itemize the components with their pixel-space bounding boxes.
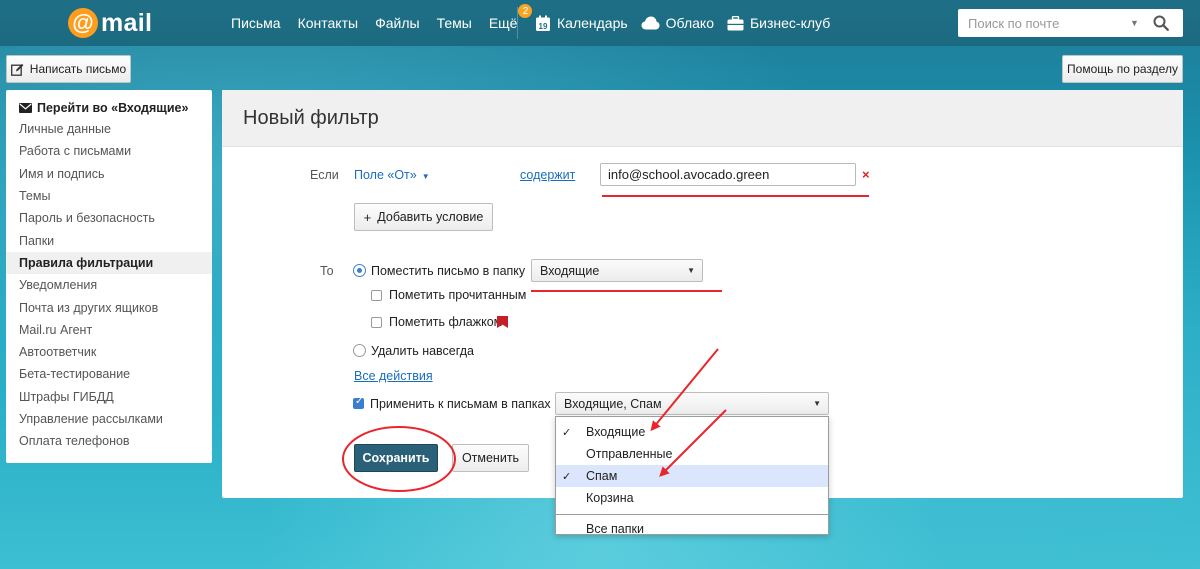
folder-option-sent[interactable]: Отправленные	[556, 443, 828, 465]
nav-more[interactable]: Ещё 2	[488, 4, 533, 31]
nav-more-label: Ещё	[488, 15, 518, 31]
panel-header: Новый фильтр	[222, 90, 1183, 147]
sidebar-item-agent[interactable]: Mail.ru Агент	[6, 319, 212, 341]
search-input[interactable]	[958, 10, 1128, 36]
folders-multiselect[interactable]: Входящие, Спам ▼	[555, 392, 829, 415]
sidebar-item-themes[interactable]: Темы	[6, 185, 212, 207]
folder-option-spam[interactable]: ✓ Спам	[556, 465, 828, 487]
chevron-down-icon: ▼	[687, 266, 695, 275]
mark-flag-label: Пометить флажком	[389, 315, 503, 329]
apply-to-folders-label: Применить к письмам в папках	[370, 397, 551, 411]
envelope-icon	[19, 103, 32, 113]
folder-option-label: Корзина	[586, 491, 634, 505]
sidebar-item-subscriptions[interactable]: Управление рассылками	[6, 408, 212, 430]
then-label: То	[320, 264, 334, 278]
sidebar-item-folders[interactable]: Папки	[6, 229, 212, 251]
if-label: Если	[310, 168, 339, 182]
plus-icon: +	[363, 209, 372, 225]
nav-calendar[interactable]: 19 Календарь	[535, 15, 628, 32]
move-to-folder-radio[interactable]	[353, 264, 366, 277]
checkmark-icon: ✓	[562, 470, 572, 483]
mail-logo[interactable]: @ mail	[68, 7, 152, 39]
nav-cloud[interactable]: Облако	[641, 15, 714, 31]
folder-option-label: Входящие	[586, 425, 646, 439]
nav-themes[interactable]: Темы	[437, 15, 472, 31]
sidebar-item-autoresponder[interactable]: Автоответчик	[6, 341, 212, 363]
folder-option-trash[interactable]: Корзина	[556, 487, 828, 509]
chevron-down-icon: ▼	[421, 172, 430, 181]
nav-files[interactable]: Файлы	[375, 15, 419, 31]
folder-option-label: Отправленные	[586, 447, 673, 461]
sidebar-item-beta[interactable]: Бета-тестирование	[6, 363, 212, 385]
chevron-down-icon: ▼	[813, 399, 821, 408]
calendar-icon-day: 19	[539, 21, 548, 30]
compose-label: Написать письмо	[29, 62, 127, 76]
folder-option-all[interactable]: Все папки	[556, 518, 828, 540]
search-options-caret-icon[interactable]: ▼	[1130, 18, 1140, 28]
main-nav: Письма Контакты Файлы Темы Ещё 2	[231, 0, 534, 46]
nav-contacts[interactable]: Контакты	[298, 15, 358, 31]
nav-business-club-label: Бизнес-клуб	[749, 15, 831, 31]
go-to-inbox-label: Перейти во «Входящие»	[37, 101, 189, 115]
checkmark-icon: ✓	[562, 426, 572, 439]
at-logo-icon: @	[68, 8, 98, 38]
sidebar-item-filter-rules[interactable]: Правила фильтрации	[6, 251, 212, 275]
sidebar-item-security[interactable]: Пароль и безопасность	[6, 207, 212, 229]
mark-read-checkbox[interactable]	[371, 290, 382, 301]
add-condition-label: Добавить условие	[377, 210, 484, 224]
search-icon	[1153, 15, 1169, 31]
mark-read-label: Пометить прочитанным	[389, 288, 527, 302]
sidebar-item-personal-data[interactable]: Личные данные	[6, 118, 212, 140]
sidebar-item-mail-handling[interactable]: Работа с письмами	[6, 140, 212, 162]
sidebar-item-notifications[interactable]: Уведомления	[6, 274, 212, 296]
folders-multiselect-value: Входящие, Спам	[564, 396, 662, 411]
flag-icon	[497, 316, 508, 328]
add-condition-button[interactable]: + Добавить условие	[354, 203, 493, 231]
services-nav: 19 Календарь Облако Бизнес-клуб	[535, 0, 843, 46]
cancel-button[interactable]: Отменить	[452, 444, 529, 472]
sidebar-item-traffic-fines[interactable]: Штрафы ГИБДД	[6, 386, 212, 408]
cloud-icon	[641, 16, 660, 30]
calendar-icon: 19	[535, 15, 551, 32]
folder-option-inbox[interactable]: ✓ Входящие	[556, 421, 828, 443]
mark-flag-checkbox[interactable]	[371, 317, 382, 328]
top-bar: @ mail Письма Контакты Файлы Темы Ещё 2 …	[0, 0, 1200, 46]
settings-sidebar: Перейти во «Входящие» Личные данные Рабо…	[6, 90, 212, 463]
remove-condition-icon[interactable]: ×	[862, 167, 870, 182]
save-button[interactable]: Сохранить	[354, 444, 438, 472]
compose-pencil-icon	[10, 63, 24, 76]
go-to-inbox-link[interactable]: Перейти во «Входящие»	[6, 98, 212, 118]
compose-button[interactable]: Написать письмо	[6, 55, 131, 83]
logo-text: mail	[101, 8, 153, 37]
search-button[interactable]	[1146, 15, 1176, 31]
briefcase-icon	[727, 15, 744, 31]
folder-select[interactable]: Входящие ▼	[531, 259, 703, 282]
sidebar-item-name-signature[interactable]: Имя и подпись	[6, 163, 212, 185]
folder-select-value: Входящие	[540, 263, 600, 278]
nav-cloud-label: Облако	[665, 15, 714, 31]
folder-option-label: Спам	[586, 469, 618, 483]
all-actions-link[interactable]: Все действия	[354, 369, 433, 383]
dropdown-divider	[556, 514, 828, 515]
operator-link[interactable]: содержит	[520, 168, 575, 182]
notification-badge: 2	[518, 4, 533, 18]
sidebar-item-phone-payment[interactable]: Оплата телефонов	[6, 430, 212, 452]
nav-letters[interactable]: Письма	[231, 15, 281, 31]
field-dropdown-label: Поле «От»	[354, 168, 417, 182]
condition-value-input[interactable]	[600, 163, 856, 186]
nav-divider	[517, 7, 518, 39]
help-button[interactable]: Помощь по разделу	[1062, 55, 1183, 83]
field-dropdown[interactable]: Поле «От» ▼	[354, 168, 430, 182]
folders-dropdown-list: ✓ Входящие Отправленные ✓ Спам Корзина В…	[555, 416, 829, 536]
folder-option-label: Все папки	[586, 522, 644, 536]
apply-to-folders-checkbox[interactable]	[353, 396, 364, 409]
nav-business-club[interactable]: Бизнес-клуб	[727, 15, 830, 31]
move-to-folder-label: Поместить письмо в папку	[371, 264, 526, 278]
sidebar-item-other-mailboxes[interactable]: Почта из других ящиков	[6, 296, 212, 318]
delete-forever-radio[interactable]	[353, 344, 366, 357]
search-box: ▼	[958, 9, 1183, 37]
page-title: Новый фильтр	[243, 106, 379, 129]
delete-forever-label: Удалить навсегда	[371, 344, 474, 358]
nav-calendar-label: Календарь	[557, 15, 628, 31]
